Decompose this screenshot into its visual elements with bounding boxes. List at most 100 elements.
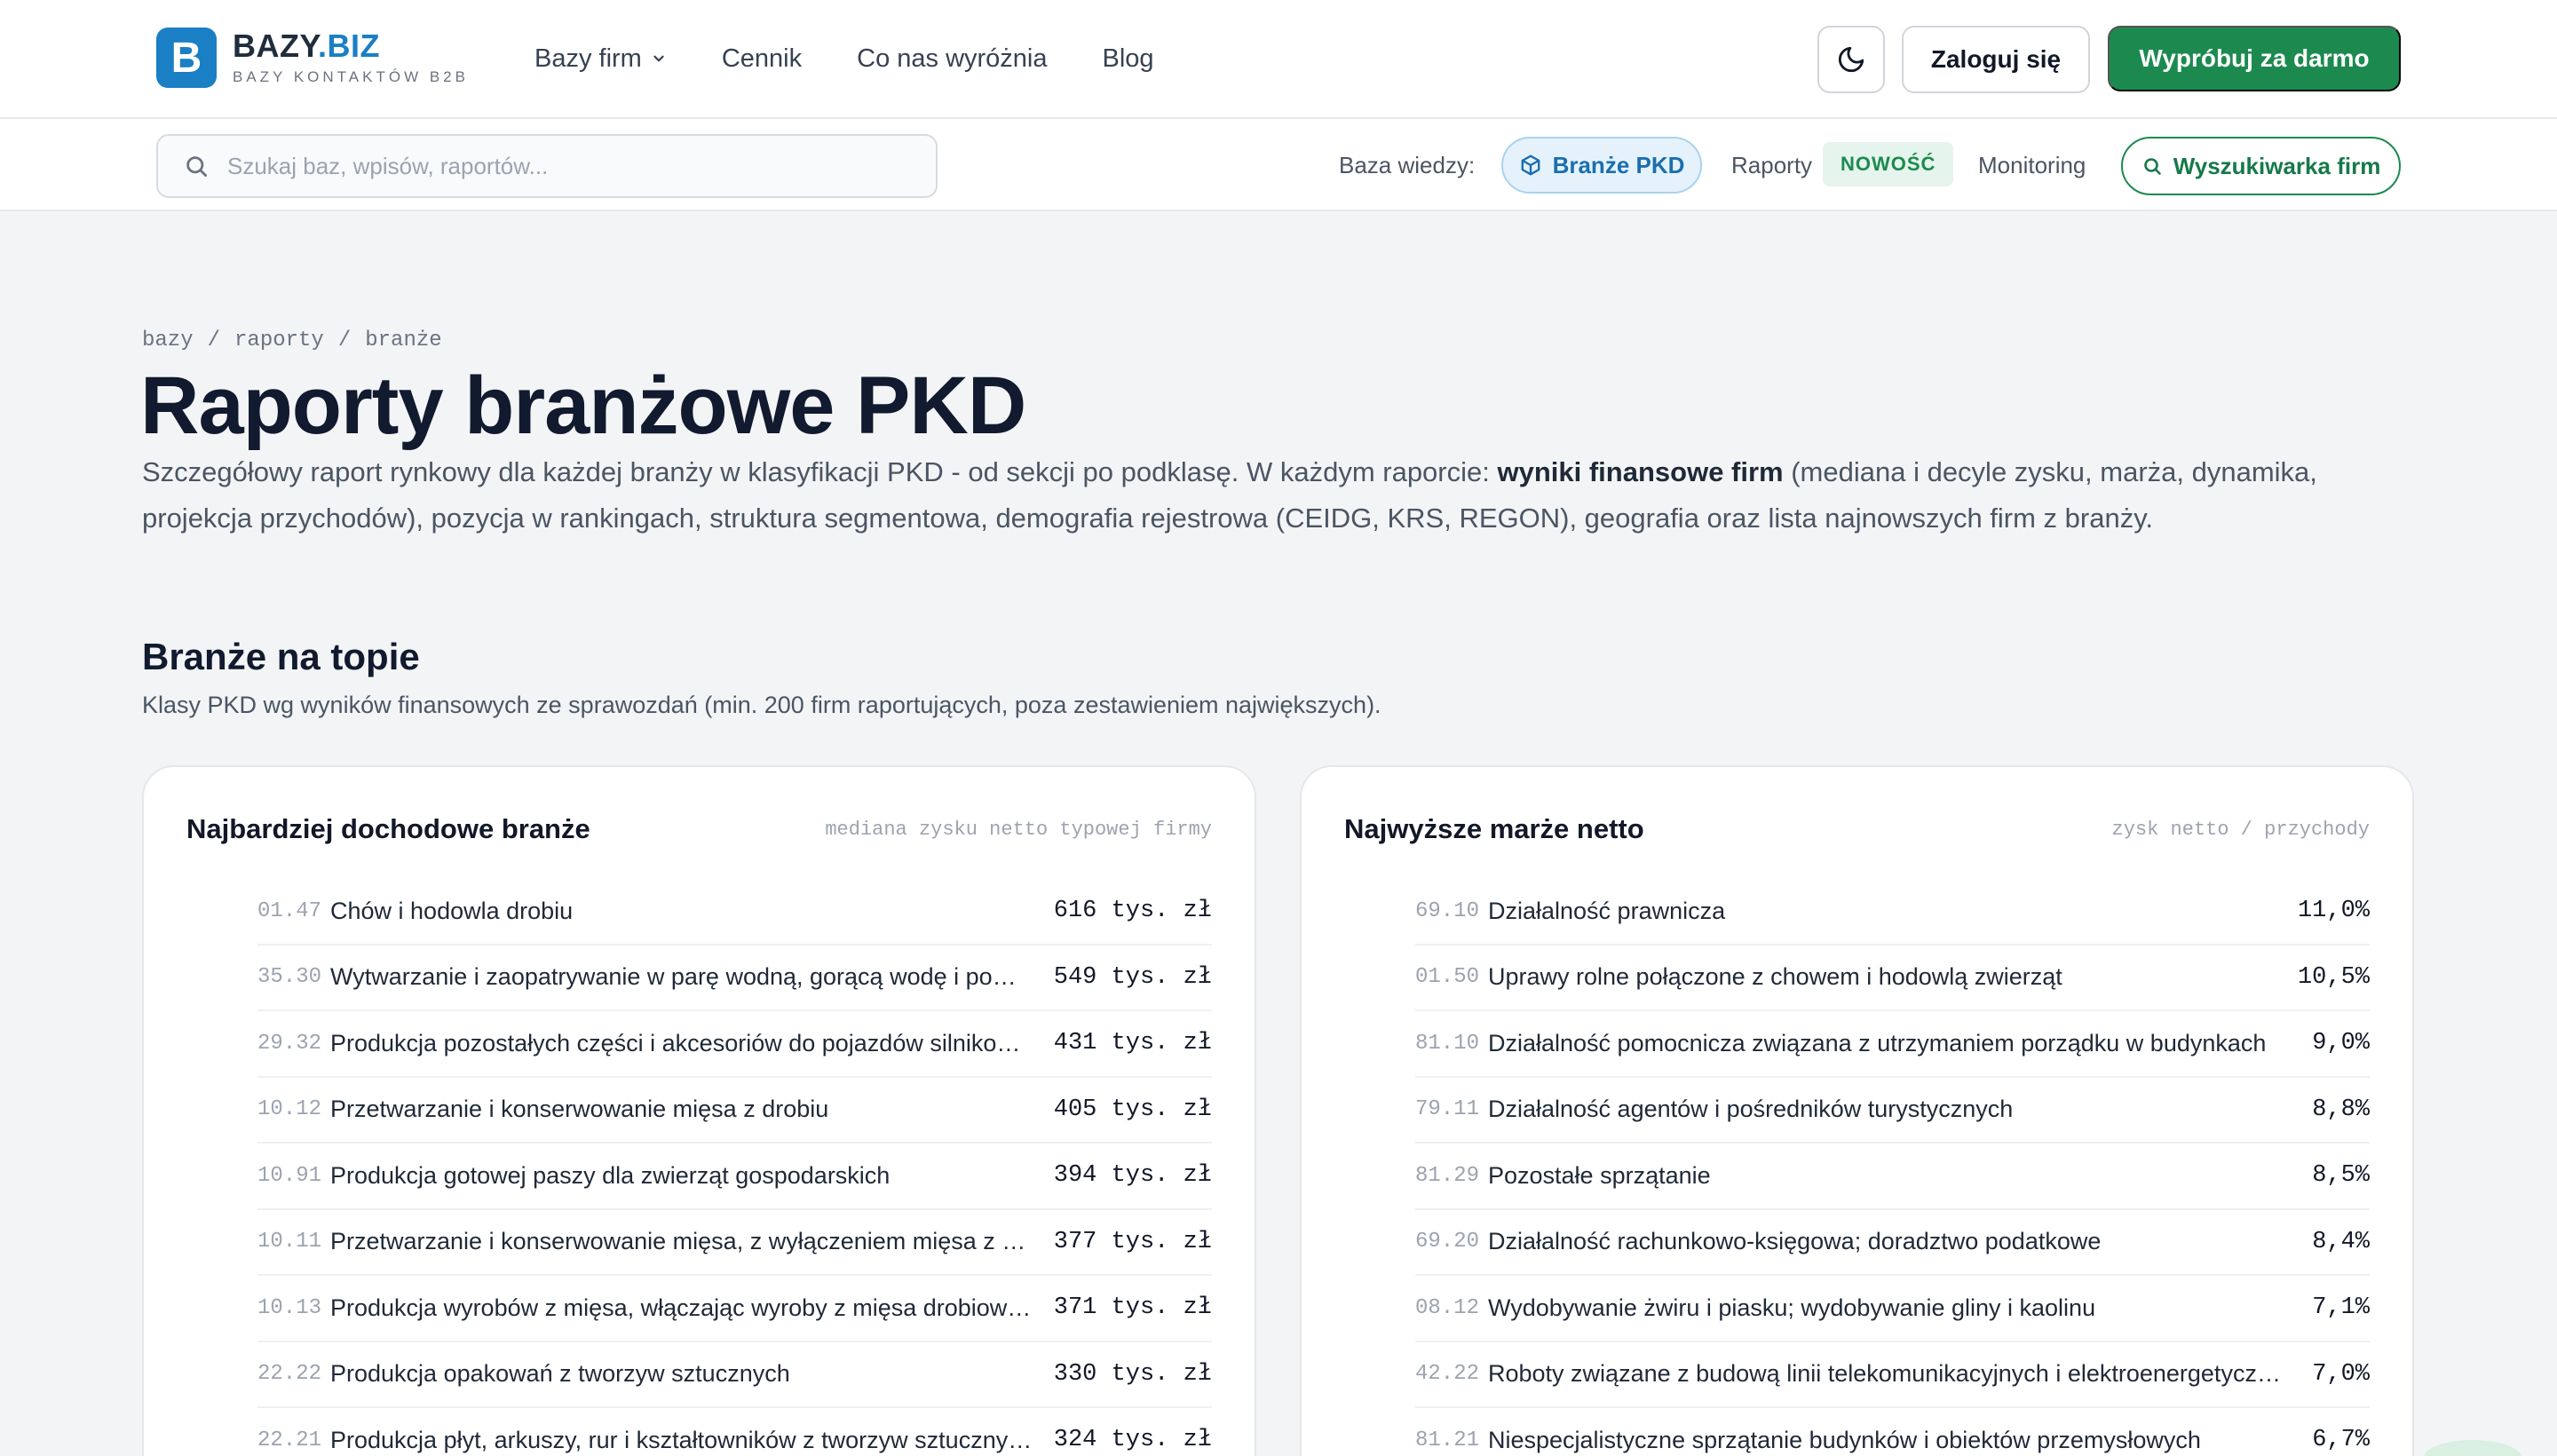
page-title: Raporty branżowe PKD	[140, 360, 1026, 451]
metric-value: 377 tys. zł	[1053, 1228, 1212, 1255]
branze-pkd-pill[interactable]: Branże PKD	[1501, 137, 1702, 194]
pkd-code: 79.11	[1415, 1097, 1480, 1122]
pkd-code: 81.29	[1415, 1163, 1480, 1188]
top-navbar: B BAZY.BIZ BAZY KONTAKTÓW B2B Bazy firm …	[0, 0, 2557, 119]
logo-tagline: BAZY KONTAKTÓW B2B	[233, 68, 469, 85]
knowledge-base-label: Baza wiedzy:	[1339, 152, 1476, 178]
list-item[interactable]: 22.22 Produkcja opakowań z tworzyw sztucz…	[257, 1342, 1212, 1408]
list-item[interactable]: 10.11 Przetwarzanie i konserwowanie mięsa…	[257, 1210, 1212, 1276]
cube-icon	[1521, 154, 1540, 176]
try-free-button[interactable]: Wypróbuj za darmo	[2108, 26, 2401, 91]
section-title: Branże na topie	[142, 636, 420, 677]
search-icon	[2143, 158, 2161, 175]
list-item[interactable]: 01.47 Chów i hodowla drobiu 616 tys. zł	[257, 879, 1212, 946]
chevron-down-icon	[653, 55, 664, 62]
list-item[interactable]: 42.22 Roboty związane z budową linii tele…	[1415, 1342, 2370, 1408]
pkd-code: 29.32	[257, 1031, 322, 1056]
breadcrumb-bazy[interactable]: bazy	[142, 328, 194, 352]
industry-name: Działalność agentów i pośredników turyst…	[1488, 1096, 2014, 1123]
breadcrumb-raporty[interactable]: raporty	[234, 328, 324, 352]
list-item[interactable]: 10.13 Produkcja wyrobów z mięsa, włączają…	[257, 1276, 1212, 1342]
nav-cennik[interactable]: Cennik	[722, 39, 802, 78]
logo[interactable]: B BAZY.BIZ BAZY KONTAKTÓW B2B	[156, 28, 469, 88]
list-item[interactable]: 69.20 Działalność rachunkowo-księgowa; do…	[1415, 1210, 2370, 1276]
industry-name: Wytwarzanie i zaopatrywanie w parę wodną…	[330, 963, 1054, 991]
metric-value: 9,0%	[2312, 1030, 2370, 1057]
card-highest-margins: Najwyższe marże netto zysk netto / przyc…	[1300, 765, 2414, 1456]
pkd-code: 42.22	[1415, 1362, 1480, 1387]
metric-value: 7,1%	[2312, 1294, 2370, 1322]
company-finder-button[interactable]: Wyszukiwarka firm	[2121, 137, 2401, 195]
pkd-code: 22.21	[257, 1428, 322, 1452]
nav-co-nas-wyroznia[interactable]: Co nas wyróżnia	[857, 39, 1047, 78]
pkd-code: 10.12	[257, 1097, 322, 1122]
pkd-code: 08.12	[1415, 1295, 1480, 1320]
pkd-code: 81.10	[1415, 1031, 1480, 1056]
metric-value: 324 tys. zł	[1053, 1427, 1212, 1454]
industry-name: Uprawy rolne połączone z chowem i hodowl…	[1488, 963, 2062, 991]
list-item[interactable]: 29.32 Produkcja pozostałych części i akce…	[257, 1011, 1212, 1078]
list-item[interactable]: 81.21 Niespecjalistyczne sprzątanie budyn…	[1415, 1408, 2370, 1456]
ranking-list: 01.47 Chów i hodowla drobiu 616 tys. zł 35…	[257, 879, 1212, 1456]
list-item[interactable]: 81.10 Działalność pomocnicza związana z u…	[1415, 1011, 2370, 1078]
list-item[interactable]: 81.29 Pozostałe sprzątanie 8,5%	[1415, 1143, 2370, 1210]
metric-value: 330 tys. zł	[1053, 1360, 1212, 1388]
list-item[interactable]: 10.91 Produkcja gotowej paszy dla zwierzą…	[257, 1143, 1212, 1210]
pkd-code: 35.30	[257, 965, 322, 990]
metric-value: 7,0%	[2312, 1360, 2370, 1388]
logo-name: BAZY.BIZ	[233, 28, 381, 64]
search-input[interactable]	[227, 152, 902, 180]
industry-name: Przetwarzanie i konserwowanie mięsa, z w…	[330, 1228, 1054, 1255]
card-note: mediana zysku netto typowej firmy	[825, 818, 1212, 841]
list-item[interactable]: 01.50 Uprawy rolne połączone z chowem i h…	[1415, 946, 2370, 1011]
card-title: Najbardziej dochodowe branże	[186, 813, 590, 844]
list-item[interactable]: 08.12 Wydobywanie żwiru i piasku; wydobyw…	[1415, 1276, 2370, 1342]
metric-value: 11,0%	[2297, 898, 2370, 925]
industry-name: Produkcja gotowej paszy dla zwierząt gos…	[330, 1161, 891, 1189]
new-badge: NOWOŚĆ	[1823, 142, 1954, 186]
metric-value: 549 tys. zł	[1053, 963, 1212, 991]
metric-value: 431 tys. zł	[1053, 1030, 1212, 1057]
list-item[interactable]: 79.11 Działalność agentów i pośredników t…	[1415, 1078, 2370, 1143]
industry-name: Niespecjalistyczne sprzątanie budynków i…	[1488, 1426, 2201, 1453]
list-item[interactable]: 10.12 Przetwarzanie i konserwowanie mięsa…	[257, 1078, 1212, 1143]
metric-value: 8,8%	[2312, 1096, 2370, 1123]
industry-name: Wydobywanie żwiru i piasku; wydobywanie …	[1488, 1294, 2096, 1321]
industry-name: Produkcja opakowań z tworzyw sztucznych	[330, 1360, 790, 1388]
industry-name: Działalność prawnicza	[1488, 897, 1726, 924]
theme-toggle-button[interactable]	[1817, 26, 1885, 93]
industry-name: Produkcja płyt, arkuszy, rur i kształtow…	[330, 1426, 1033, 1453]
metric-value: 10,5%	[2297, 963, 2370, 991]
card-note: zysk netto / przychody	[2111, 818, 2370, 841]
metric-value: 371 tys. zł	[1053, 1294, 1212, 1322]
monitoring-link[interactable]: Monitoring	[1978, 149, 2086, 181]
pkd-code: 10.91	[257, 1163, 322, 1188]
pkd-code: 01.47	[257, 898, 322, 923]
search-box[interactable]	[156, 134, 938, 198]
industry-name: Roboty związane z budową linii telekomun…	[1488, 1360, 2308, 1388]
pkd-code: 69.20	[1415, 1230, 1480, 1254]
industry-name: Produkcja pozostałych części i akcesorió…	[330, 1029, 1054, 1056]
raporty-link[interactable]: Raporty	[1731, 149, 1812, 181]
knowledge-bar: Baza wiedzy: Branże PKD Raporty NOWOŚĆ M…	[0, 119, 2557, 211]
card-most-profitable: Najbardziej dochodowe branże mediana zys…	[142, 765, 1256, 1456]
moon-icon	[1838, 46, 1864, 73]
metric-value: 8,5%	[2312, 1162, 2370, 1190]
pkd-code: 69.10	[1415, 898, 1480, 923]
main-nav: Bazy firm Cennik Co nas wyróżnia Blog	[534, 39, 1209, 78]
search-icon	[186, 156, 207, 177]
industry-name: Przetwarzanie i konserwowanie mięsa z dr…	[330, 1096, 829, 1123]
chat-widget-edge[interactable]	[2424, 1440, 2521, 1456]
pkd-code: 10.13	[257, 1295, 322, 1320]
login-button[interactable]: Zaloguj się	[1902, 26, 2090, 93]
industry-name: Działalność pomocnicza związana z utrzym…	[1488, 1029, 2267, 1056]
list-item[interactable]: 69.10 Działalność prawnicza 11,0%	[1415, 879, 2370, 946]
list-item[interactable]: 35.30 Wytwarzanie i zaopatrywanie w parę …	[257, 946, 1212, 1011]
metric-value: 394 tys. zł	[1053, 1162, 1212, 1190]
metric-value: 405 tys. zł	[1053, 1096, 1212, 1123]
industry-name: Pozostałe sprzątanie	[1488, 1161, 1711, 1189]
list-item[interactable]: 22.21 Produkcja płyt, arkuszy, rur i kszt…	[257, 1408, 1212, 1456]
nav-blog[interactable]: Blog	[1103, 39, 1154, 78]
nav-bazy-firm[interactable]: Bazy firm	[534, 39, 667, 78]
breadcrumb: bazy / raporty / branże	[142, 328, 442, 352]
